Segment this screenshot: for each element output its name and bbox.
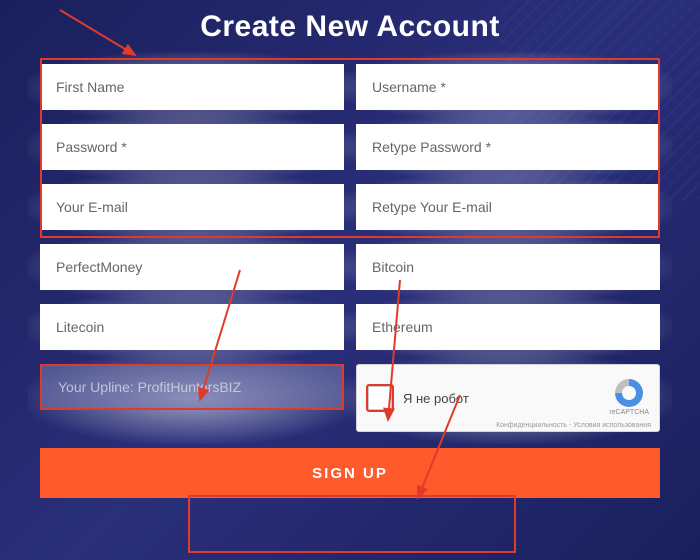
retype-email-field[interactable] — [356, 184, 660, 230]
recaptcha-privacy: Конфиденциальность - Условия использован… — [496, 422, 651, 429]
password-field[interactable] — [40, 124, 344, 170]
litecoin-field[interactable] — [40, 304, 344, 350]
sign-up-button[interactable]: SIGN UP — [40, 448, 660, 498]
signup-form: Your Upline: ProfitHuntersBIZ Я не робот… — [40, 64, 660, 432]
recaptcha-brand: reCAPTCHA — [609, 379, 649, 417]
email-field[interactable] — [40, 184, 344, 230]
retype-password-field[interactable] — [356, 124, 660, 170]
recaptcha-widget[interactable]: Я не робот reCAPTCHA Конфиденциальность … — [356, 364, 660, 432]
upline-readonly: Your Upline: ProfitHuntersBIZ — [40, 364, 344, 410]
ethereum-field[interactable] — [356, 304, 660, 350]
recaptcha-label: Я не робот — [403, 391, 469, 406]
first-name-field[interactable] — [40, 64, 344, 110]
username-field[interactable] — [356, 64, 660, 110]
recaptcha-logo-icon — [615, 379, 643, 407]
bitcoin-field[interactable] — [356, 244, 660, 290]
recaptcha-checkbox[interactable] — [367, 385, 393, 411]
page-title: Create New Account — [40, 10, 660, 44]
perfectmoney-field[interactable] — [40, 244, 344, 290]
